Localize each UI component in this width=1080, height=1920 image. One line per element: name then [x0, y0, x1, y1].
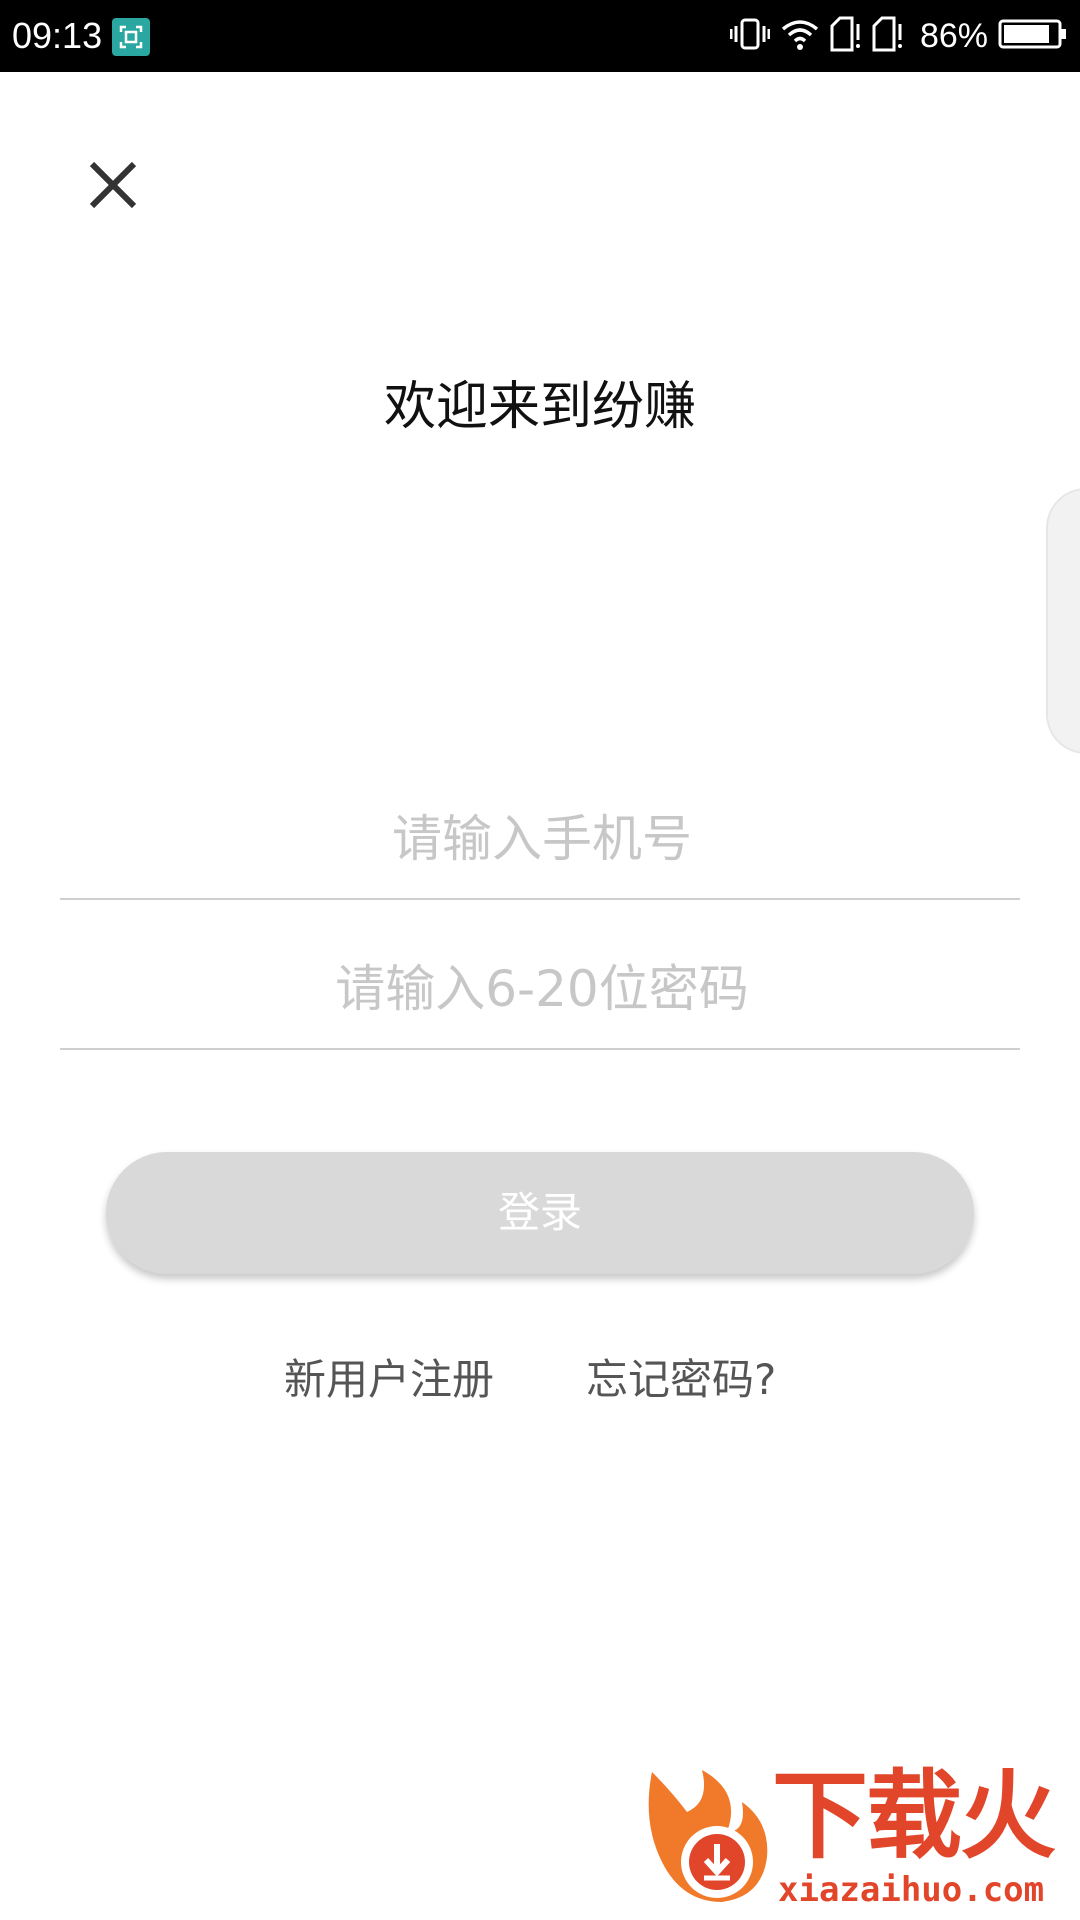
phone-input[interactable]	[60, 778, 1024, 900]
phone-field-row	[60, 778, 1024, 900]
side-drawer-handle[interactable]	[1046, 488, 1080, 754]
status-bar: 09:13 86%	[0, 0, 1080, 72]
vibrate-icon	[729, 16, 771, 56]
status-icons: 86%	[729, 14, 1068, 58]
forgot-password-link[interactable]: 忘记密码?	[586, 1352, 776, 1408]
watermark-url: xiazaihuo.com	[778, 1870, 1045, 1910]
flame-download-icon	[648, 1770, 768, 1902]
page-title: 欢迎来到纷赚	[383, 377, 696, 437]
close-button[interactable]	[78, 150, 148, 220]
watermark-brand: 下载火	[772, 1760, 1056, 1872]
screenshot-icon	[112, 18, 150, 56]
sim-card-icon	[830, 16, 862, 56]
password-field-row	[60, 928, 1024, 1050]
battery-icon	[998, 18, 1068, 54]
register-link[interactable]: 新用户注册	[284, 1352, 494, 1408]
wifi-icon	[780, 17, 820, 55]
login-screen: 09:13 86% 欢迎来到纷赚 请输入手机号 登录 新用户注册 忘记密码? 下…	[0, 0, 1080, 1920]
battery-percent: 86%	[919, 16, 988, 55]
login-button[interactable]: 登录	[106, 1152, 974, 1274]
watermark-logo: 下载火 xiazaihuo.com	[632, 1762, 1072, 1912]
sim-card-icon	[872, 16, 904, 56]
password-input[interactable]	[60, 928, 1024, 1050]
close-icon	[89, 161, 137, 209]
status-time: 09:13	[12, 15, 103, 56]
